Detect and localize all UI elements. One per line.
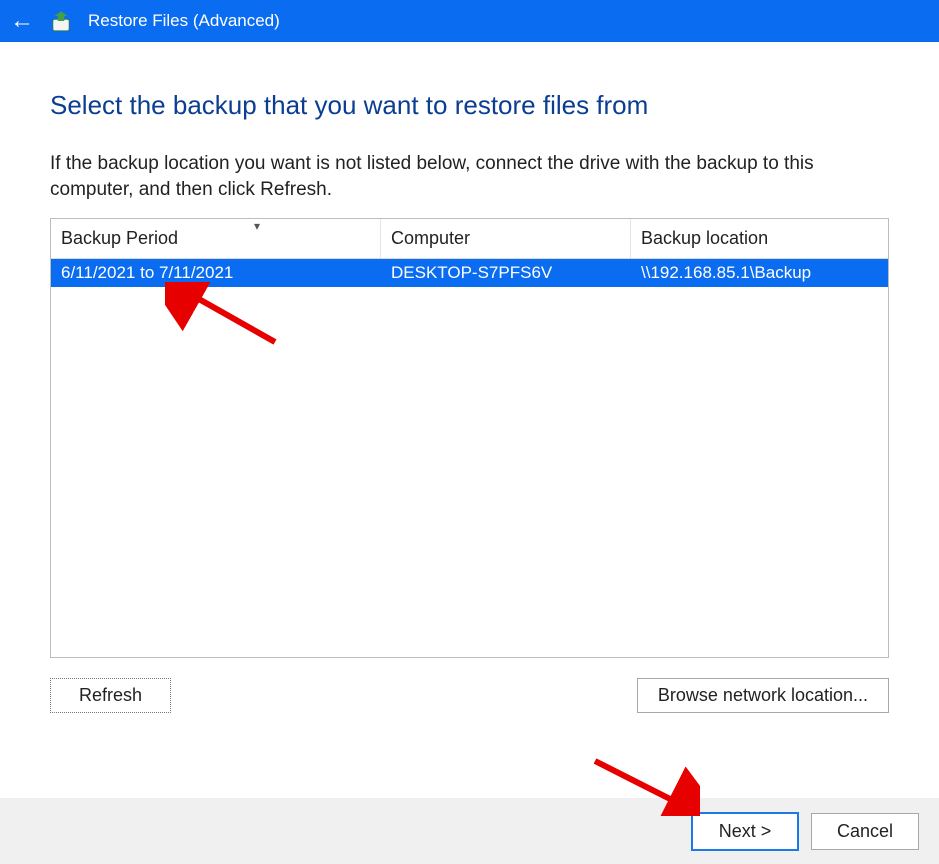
- column-header-computer-label: Computer: [391, 228, 470, 249]
- titlebar: ← Restore Files (Advanced): [0, 0, 939, 42]
- table-row[interactable]: 6/11/2021 to 7/11/2021 DESKTOP-S7PFS6V \…: [51, 259, 888, 287]
- sort-indicator-icon: ▾: [254, 219, 260, 233]
- table-header: Backup Period ▾ Computer Backup location: [51, 219, 888, 259]
- column-header-location-label: Backup location: [641, 228, 768, 249]
- browse-network-button[interactable]: Browse network location...: [637, 678, 889, 713]
- wizard-footer: Next > Cancel: [0, 798, 939, 864]
- page-heading: Select the backup that you want to resto…: [50, 90, 889, 121]
- restore-app-icon: [48, 8, 74, 34]
- column-header-period-label: Backup Period: [61, 228, 178, 249]
- cell-location: \\192.168.85.1\Backup: [631, 263, 888, 283]
- below-table-buttons: Refresh Browse network location...: [50, 678, 889, 713]
- next-button[interactable]: Next >: [691, 812, 799, 851]
- column-header-period[interactable]: Backup Period ▾: [51, 219, 381, 258]
- window-title: Restore Files (Advanced): [88, 11, 280, 31]
- column-header-location[interactable]: Backup location: [631, 219, 888, 258]
- back-arrow-icon[interactable]: ←: [10, 9, 34, 33]
- content-area: Select the backup that you want to resto…: [0, 42, 939, 713]
- cell-period: 6/11/2021 to 7/11/2021: [51, 263, 381, 283]
- page-description: If the backup location you want is not l…: [50, 151, 870, 202]
- cancel-button[interactable]: Cancel: [811, 813, 919, 850]
- refresh-button[interactable]: Refresh: [50, 678, 171, 713]
- cell-computer: DESKTOP-S7PFS6V: [381, 263, 631, 283]
- backup-table: Backup Period ▾ Computer Backup location…: [50, 218, 889, 658]
- column-header-computer[interactable]: Computer: [381, 219, 631, 258]
